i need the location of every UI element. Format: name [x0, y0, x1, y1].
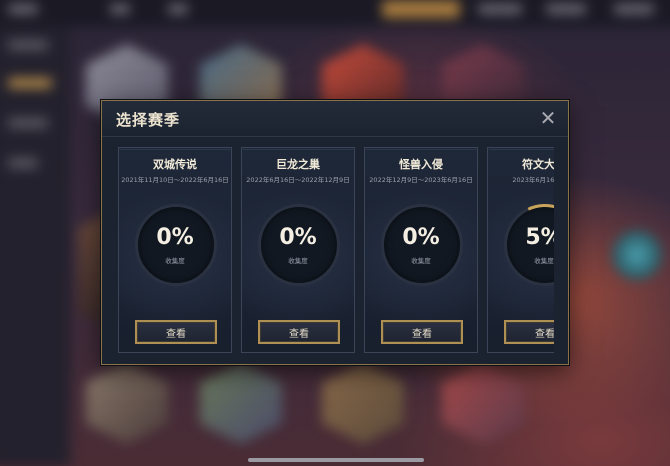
collection-percent: 0% [402, 225, 440, 250]
champion-hex [322, 362, 404, 444]
close-button[interactable]: ✕ [536, 106, 560, 130]
season-card[interactable]: 怪兽入侵 2022年12月9日～2023年6月16日 0% 收集度 查看 [364, 147, 478, 353]
collection-percent: 0% [156, 225, 194, 250]
sidebar-item [8, 40, 48, 50]
side-orb [612, 230, 662, 280]
view-button[interactable]: 查看 [135, 320, 217, 344]
season-card[interactable]: 巨龙之巢 2022年6月16日～2022年12月9日 0% 收集度 查看 [241, 147, 355, 353]
top-bar-item [8, 4, 38, 14]
top-bar-currency [382, 0, 460, 18]
top-bar-item [614, 4, 654, 14]
collection-percent: 5% [525, 225, 554, 250]
collection-label: 收集度 [288, 257, 308, 265]
champion-hex [442, 362, 524, 444]
sidebar-item [8, 78, 52, 88]
season-card[interactable]: 符文大陆 2023年6月16日～20 5% 收集度 查看 [487, 147, 554, 353]
collection-label: 收集度 [411, 257, 431, 265]
top-bar [0, 0, 670, 26]
close-icon: ✕ [539, 106, 557, 130]
top-bar-item [110, 4, 130, 14]
season-card[interactable]: 双城传说 2021年11月10日～2022年6月16日 0% 收集度 查看 [118, 147, 232, 353]
view-button[interactable]: 查看 [258, 320, 340, 344]
view-button[interactable]: 查看 [381, 320, 463, 344]
season-name: 双城传说 [153, 158, 197, 171]
top-bar-item [168, 4, 188, 14]
champion-hex [86, 362, 168, 444]
collection-label: 收集度 [534, 257, 554, 265]
season-dates: 2022年12月9日～2023年6月16日 [369, 176, 473, 184]
season-list[interactable]: 双城传说 2021年11月10日～2022年6月16日 0% 收集度 查看 巨龙… [118, 147, 554, 353]
top-bar-item [546, 4, 586, 14]
season-name: 巨龙之巢 [276, 158, 320, 171]
season-select-dialog: 选择赛季 ✕ 双城传说 2021年11月10日～2022年6月16日 0% 收集… [101, 100, 569, 365]
season-dates: 2021年11月10日～2022年6月16日 [121, 176, 229, 184]
dialog-header: 选择赛季 ✕ [102, 101, 568, 137]
season-name: 怪兽入侵 [399, 158, 443, 171]
season-name: 符文大陆 [522, 158, 554, 171]
collection-label: 收集度 [165, 257, 185, 265]
dialog-title: 选择赛季 [116, 111, 181, 129]
top-bar-item [478, 4, 522, 14]
sidebar [0, 26, 70, 466]
home-indicator [248, 458, 424, 462]
sidebar-item [8, 118, 48, 128]
season-dates: 2023年6月16日～20 [512, 176, 554, 184]
sidebar-item [8, 158, 38, 168]
champion-hex [200, 362, 282, 444]
season-dates: 2022年6月16日～2022年12月9日 [246, 176, 350, 184]
view-button[interactable]: 查看 [504, 320, 554, 344]
collection-percent: 0% [279, 225, 317, 250]
